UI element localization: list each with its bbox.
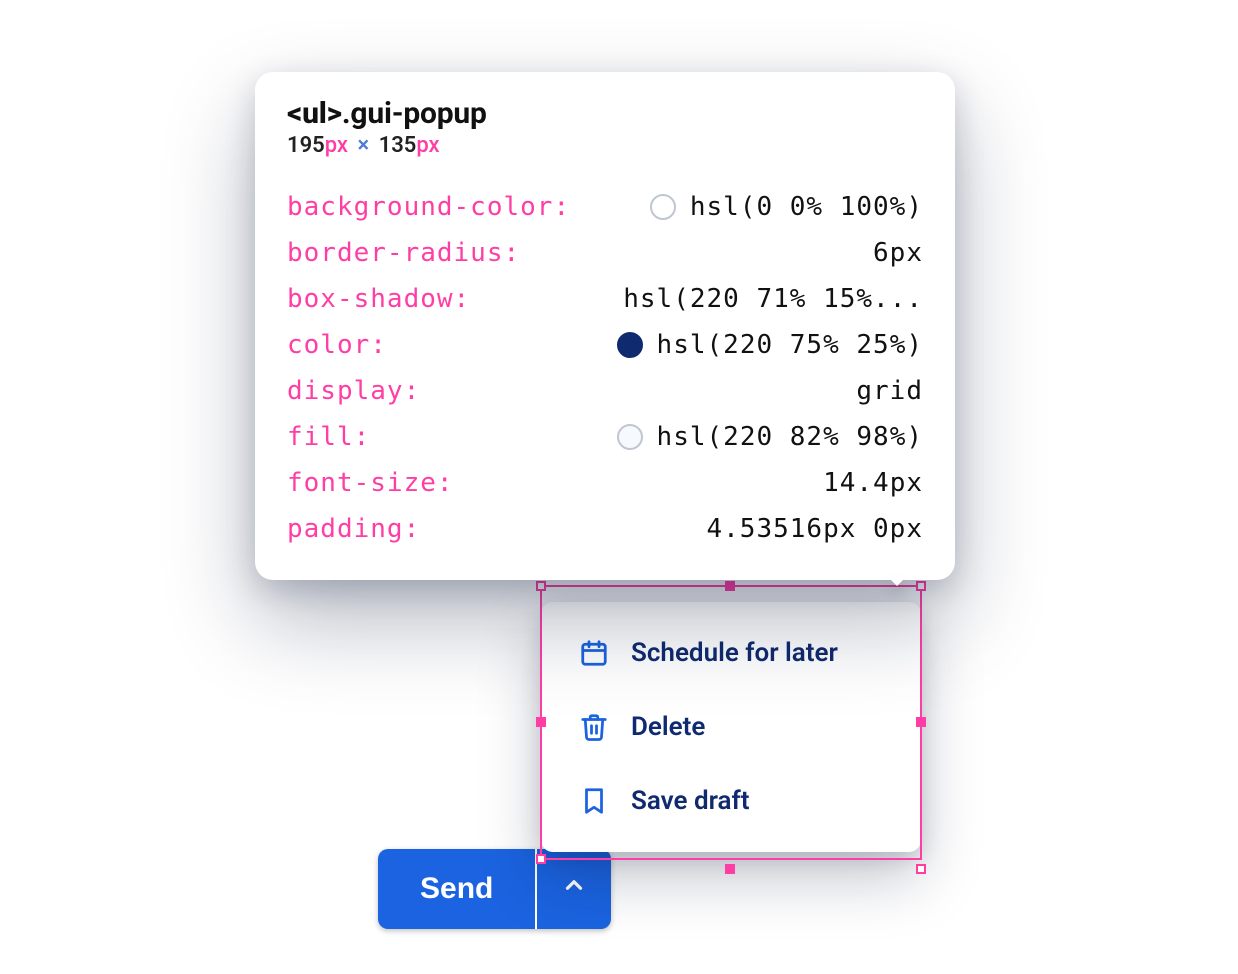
tooltip-style-key: color <box>287 332 387 358</box>
tooltip-style-value: hsl(220 75% 25%) <box>617 332 923 358</box>
gui-popup: Schedule for later Delete Save draft <box>541 602 921 852</box>
selection-handle <box>536 581 546 591</box>
selection-handle <box>725 581 735 591</box>
trash-icon <box>579 712 609 742</box>
tooltip-style-value: 6px <box>873 240 923 266</box>
tooltip-height-value: 135 <box>379 133 417 158</box>
tooltip-style-value: grid <box>856 378 923 404</box>
tooltip-style-key: font-size <box>287 470 454 496</box>
tooltip-style-rows: background-color hsl(0 0% 100%) border-rad… <box>287 184 923 552</box>
send-button[interactable]: Send <box>378 849 535 929</box>
tooltip-style-value-text: hsl(220 71% 15%... <box>623 286 923 312</box>
popup-item-delete[interactable]: Delete <box>541 690 921 764</box>
tooltip-dimensions: 195px × 135px <box>287 133 923 158</box>
bookmark-icon <box>579 786 609 816</box>
tooltip-style-row: background-color hsl(0 0% 100%) <box>287 184 923 230</box>
calendar-icon <box>579 638 609 668</box>
tooltip-style-value: hsl(220 71% 15%... <box>623 286 923 312</box>
popup-item-save-draft[interactable]: Save draft <box>541 764 921 838</box>
tooltip-style-key: border-radius <box>287 240 520 266</box>
chevron-up-icon <box>561 872 587 906</box>
tooltip-style-value-text: hsl(220 75% 25%) <box>657 332 923 358</box>
color-swatch-icon <box>617 424 643 450</box>
tooltip-style-value-text: 14.4px <box>823 470 923 496</box>
selection-handle <box>725 864 735 874</box>
popup-item-schedule[interactable]: Schedule for later <box>541 616 921 690</box>
tooltip-style-value: 14.4px <box>823 470 923 496</box>
tooltip-style-row: box-shadow hsl(220 71% 15%... <box>287 276 923 322</box>
tooltip-style-row: fill hsl(220 82% 98%) <box>287 414 923 460</box>
tooltip-width-unit: px <box>325 133 348 158</box>
tooltip-style-key: background-color <box>287 194 570 220</box>
tooltip-style-row: padding 4.53516px 0px <box>287 506 923 552</box>
color-swatch-icon <box>617 332 643 358</box>
tooltip-style-value-text: hsl(0 0% 100%) <box>690 194 923 220</box>
times-icon: × <box>353 133 373 158</box>
tooltip-style-row: border-radius 6px <box>287 230 923 276</box>
popup-item-label: Schedule for later <box>631 638 838 668</box>
send-split-button: Send <box>378 849 611 929</box>
tooltip-style-value: 4.53516px 0px <box>707 516 924 542</box>
tooltip-style-row: display grid <box>287 368 923 414</box>
tooltip-style-row: color hsl(220 75% 25%) <box>287 322 923 368</box>
tooltip-style-value-text: 4.53516px 0px <box>707 516 924 542</box>
tooltip-style-value-text: 6px <box>873 240 923 266</box>
send-button-label: Send <box>420 872 493 906</box>
tooltip-style-key: box-shadow <box>287 286 470 312</box>
popup-item-label: Save draft <box>631 786 749 816</box>
selection-handle <box>916 581 926 591</box>
tooltip-style-value-text: grid <box>856 378 923 404</box>
tooltip-width-value: 195 <box>287 133 325 158</box>
popup-item-label: Delete <box>631 712 705 742</box>
tooltip-style-value: hsl(220 82% 98%) <box>617 424 923 450</box>
tooltip-selector-tag: <ul> <box>287 96 342 131</box>
tooltip-height-unit: px <box>416 133 439 158</box>
tooltip-style-key: fill <box>287 424 370 450</box>
color-swatch-icon <box>650 194 676 220</box>
tooltip-style-key: padding <box>287 516 420 542</box>
tooltip-style-value-text: hsl(220 82% 98%) <box>657 424 923 450</box>
tooltip-selector: <ul>.gui-popup <box>287 96 923 131</box>
tooltip-selector-class: .gui-popup <box>342 96 487 131</box>
tooltip-style-key: display <box>287 378 420 404</box>
tooltip-style-row: font-size 14.4px <box>287 460 923 506</box>
tooltip-style-value: hsl(0 0% 100%) <box>650 194 923 220</box>
send-options-toggle[interactable] <box>537 849 611 929</box>
devtools-inspector-tooltip: <ul>.gui-popup 195px × 135px background-… <box>255 72 955 580</box>
selection-handle <box>916 864 926 874</box>
